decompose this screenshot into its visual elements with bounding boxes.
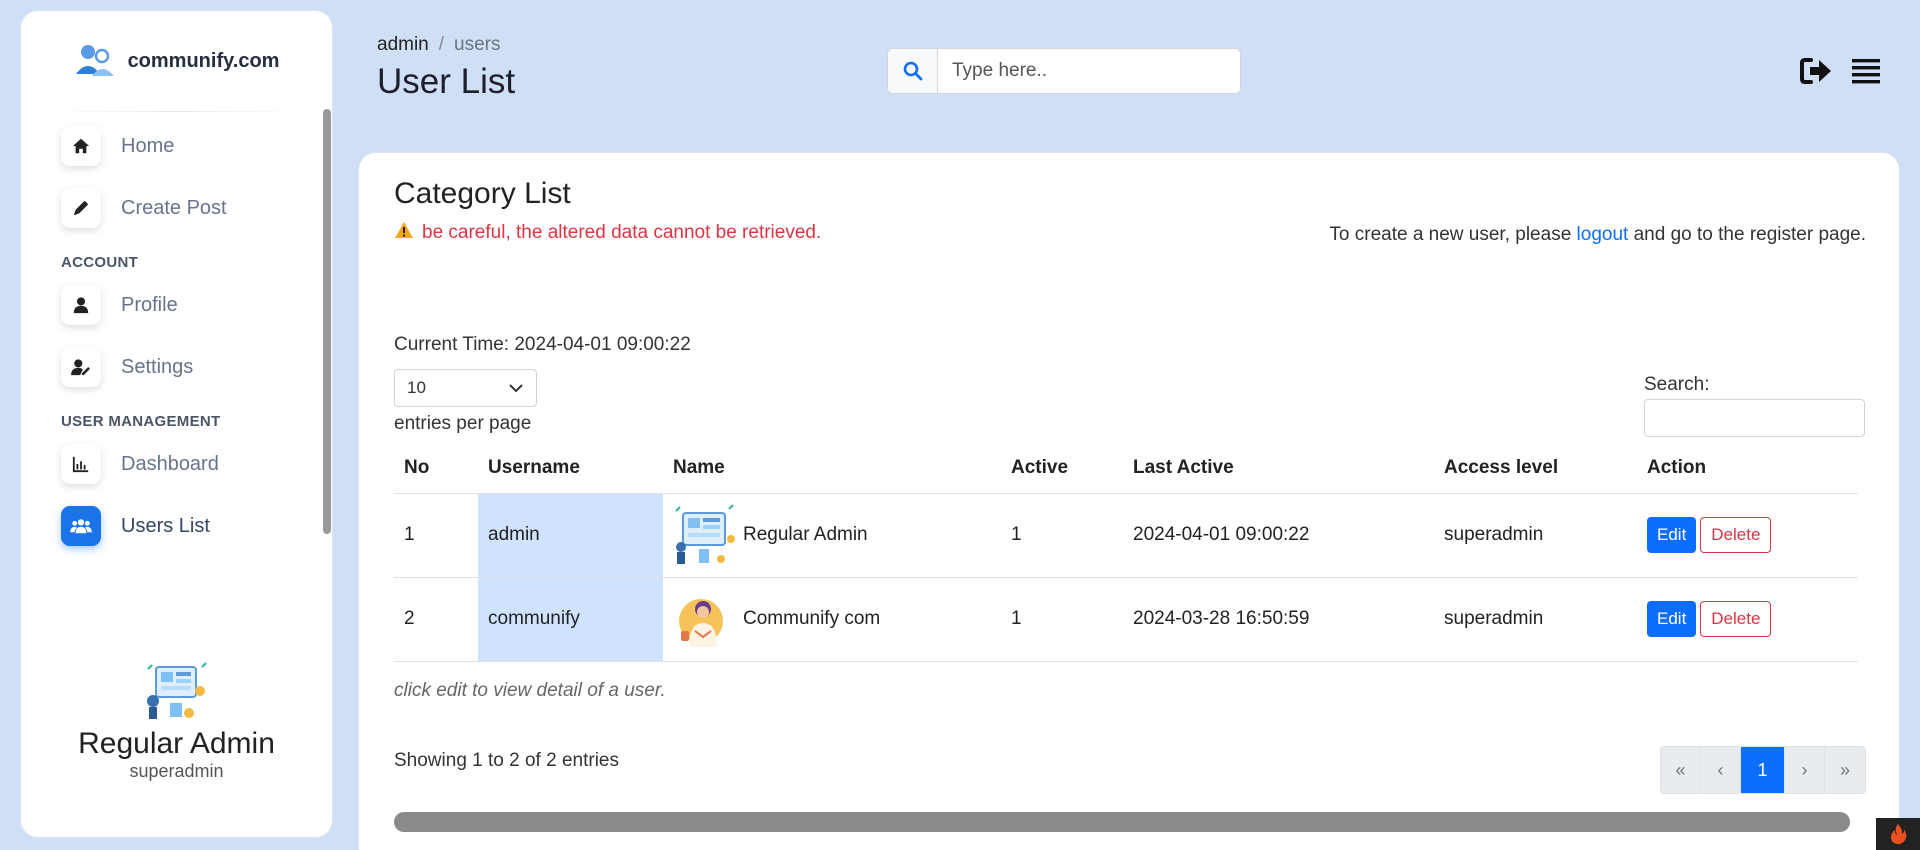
table-header-row: No Username Name Active Last Active Acce… [394,443,1858,494]
pencil-icon [61,188,101,228]
warning-text: be careful, the altered data cannot be r… [422,222,822,243]
sidebar-item-label: Dashboard [121,452,219,475]
sidebar-item-profile[interactable]: Profile [61,277,316,333]
header-search [887,48,1241,94]
edit-button[interactable]: Edit [1647,517,1697,553]
sidebar-item-settings[interactable]: Settings [61,339,316,395]
sidebar-item-create-post[interactable]: Create Post [61,180,316,236]
user-settings-icon [61,347,101,387]
page-current-button[interactable]: 1 [1741,747,1785,793]
section-user-management: USER MANAGEMENT [61,413,221,430]
current-time: Current Time: 2024-04-01 09:00:22 [394,334,691,355]
profile-role: superadmin [129,761,224,781]
brand-name: communify.com [127,49,280,72]
brand[interactable]: communify.com [21,11,332,111]
sidebar-item-label: Home [121,134,175,157]
user-display-name: Communify com [743,608,881,629]
showing-entries: Showing 1 to 2 of 2 entries [394,750,619,771]
page-prev-button[interactable]: ‹ [1701,747,1741,793]
edit-button[interactable]: Edit [1647,601,1697,637]
delete-button[interactable]: Delete [1700,601,1772,637]
sidebar-item-label: Settings [121,355,194,378]
sidebar: communify.com Home Create Post ACCOUNT P… [20,10,333,838]
section-account: ACCOUNT [61,254,139,271]
cell-action: Edit Delete [1637,493,1858,578]
column-header-no[interactable]: No [394,443,478,494]
register-note-text: To create a new user, please [1329,224,1577,245]
page-first-button[interactable]: « [1661,747,1701,793]
sidebar-nav: Home Create Post ACCOUNT Profile Setting… [21,112,332,612]
table-search-input[interactable] [1644,399,1865,437]
cell-access-level: superadmin [1434,493,1637,578]
sidebar-item-users-list[interactable]: Users List [61,498,316,554]
column-header-last-active[interactable]: Last Active [1123,443,1434,494]
user-icon [61,285,101,325]
page-last-button[interactable]: » [1825,747,1865,793]
column-header-access-level[interactable]: Access level [1434,443,1637,494]
table-row: 2 communify Communify com 1 2024-03-28 1… [394,577,1858,662]
pagination: « ‹ 1 › » [1660,746,1866,794]
column-header-name[interactable]: Name [663,443,1001,494]
flame-icon[interactable] [1876,818,1920,850]
cell-action: Edit Delete [1637,577,1858,662]
table-horizontal-scrollbar[interactable] [394,812,1850,832]
cell-username: communify [478,577,663,662]
entries-select-value: 10 [407,378,426,397]
user-display-name: Regular Admin [743,524,868,545]
search-icon[interactable] [888,49,938,93]
breadcrumb: admin / users [377,34,501,56]
profile-card: Regular Admin superadmin [21,607,332,837]
chart-icon [61,444,101,484]
cell-access-level: superadmin [1434,577,1637,662]
user-avatar [673,587,737,651]
register-note: To create a new user, please logout and … [1329,224,1866,246]
profile-avatar [144,661,210,723]
cell-last-active: 2024-04-01 09:00:22 [1123,493,1434,578]
page-title: User List [377,62,516,101]
menu-icon[interactable] [1849,54,1883,88]
table-row: 1 admin Regular Admin 1 2024-04-01 09:00… [394,493,1858,578]
breadcrumb-parent[interactable]: admin [377,34,429,56]
brand-logo-icon [74,40,116,82]
entries-per-page-label: entries per page [394,413,532,434]
user-list-card: Category List be careful, the altered da… [358,152,1900,850]
cell-no: 2 [394,577,478,662]
breadcrumb-current: users [454,34,501,55]
entries-per-page-select[interactable]: 10 [394,369,537,407]
profile-name: Regular Admin [78,727,275,760]
delete-button[interactable]: Delete [1700,517,1772,553]
column-header-username[interactable]: Username [478,443,663,494]
sidebar-item-home[interactable]: Home [61,118,316,174]
cell-name: Communify com [663,577,1001,662]
sidebar-item-label: Profile [121,293,178,316]
sidebar-item-dashboard[interactable]: Dashboard [61,436,316,492]
user-avatar [673,503,737,567]
table-note: click edit to view detail of a user. [394,680,666,701]
breadcrumb-separator: / [438,34,445,55]
cell-last-active: 2024-03-28 16:50:59 [1123,577,1434,662]
warning-icon [394,221,414,245]
users-icon [61,506,101,546]
logout-icon[interactable] [1799,54,1833,88]
warning-message: be careful, the altered data cannot be r… [394,221,821,245]
column-header-action[interactable]: Action [1637,443,1858,494]
cell-active: 1 [1001,493,1123,578]
card-title: Category List [394,177,571,210]
page-next-button[interactable]: › [1785,747,1825,793]
cell-no: 1 [394,493,478,578]
logout-link[interactable]: logout [1577,224,1629,245]
cell-active: 1 [1001,577,1123,662]
sidebar-item-label: Create Post [121,196,227,219]
chevron-down-icon [508,378,524,398]
home-icon [61,126,101,166]
users-table: No Username Name Active Last Active Acce… [394,443,1858,662]
column-header-active[interactable]: Active [1001,443,1123,494]
search-input[interactable] [938,49,1240,93]
cell-username: admin [478,493,663,578]
table-search-label: Search: [1644,374,1710,395]
cell-name: Regular Admin [663,493,1001,578]
sidebar-item-label: Users List [121,514,210,537]
register-note-text-end: and go to the register page. [1628,224,1866,245]
